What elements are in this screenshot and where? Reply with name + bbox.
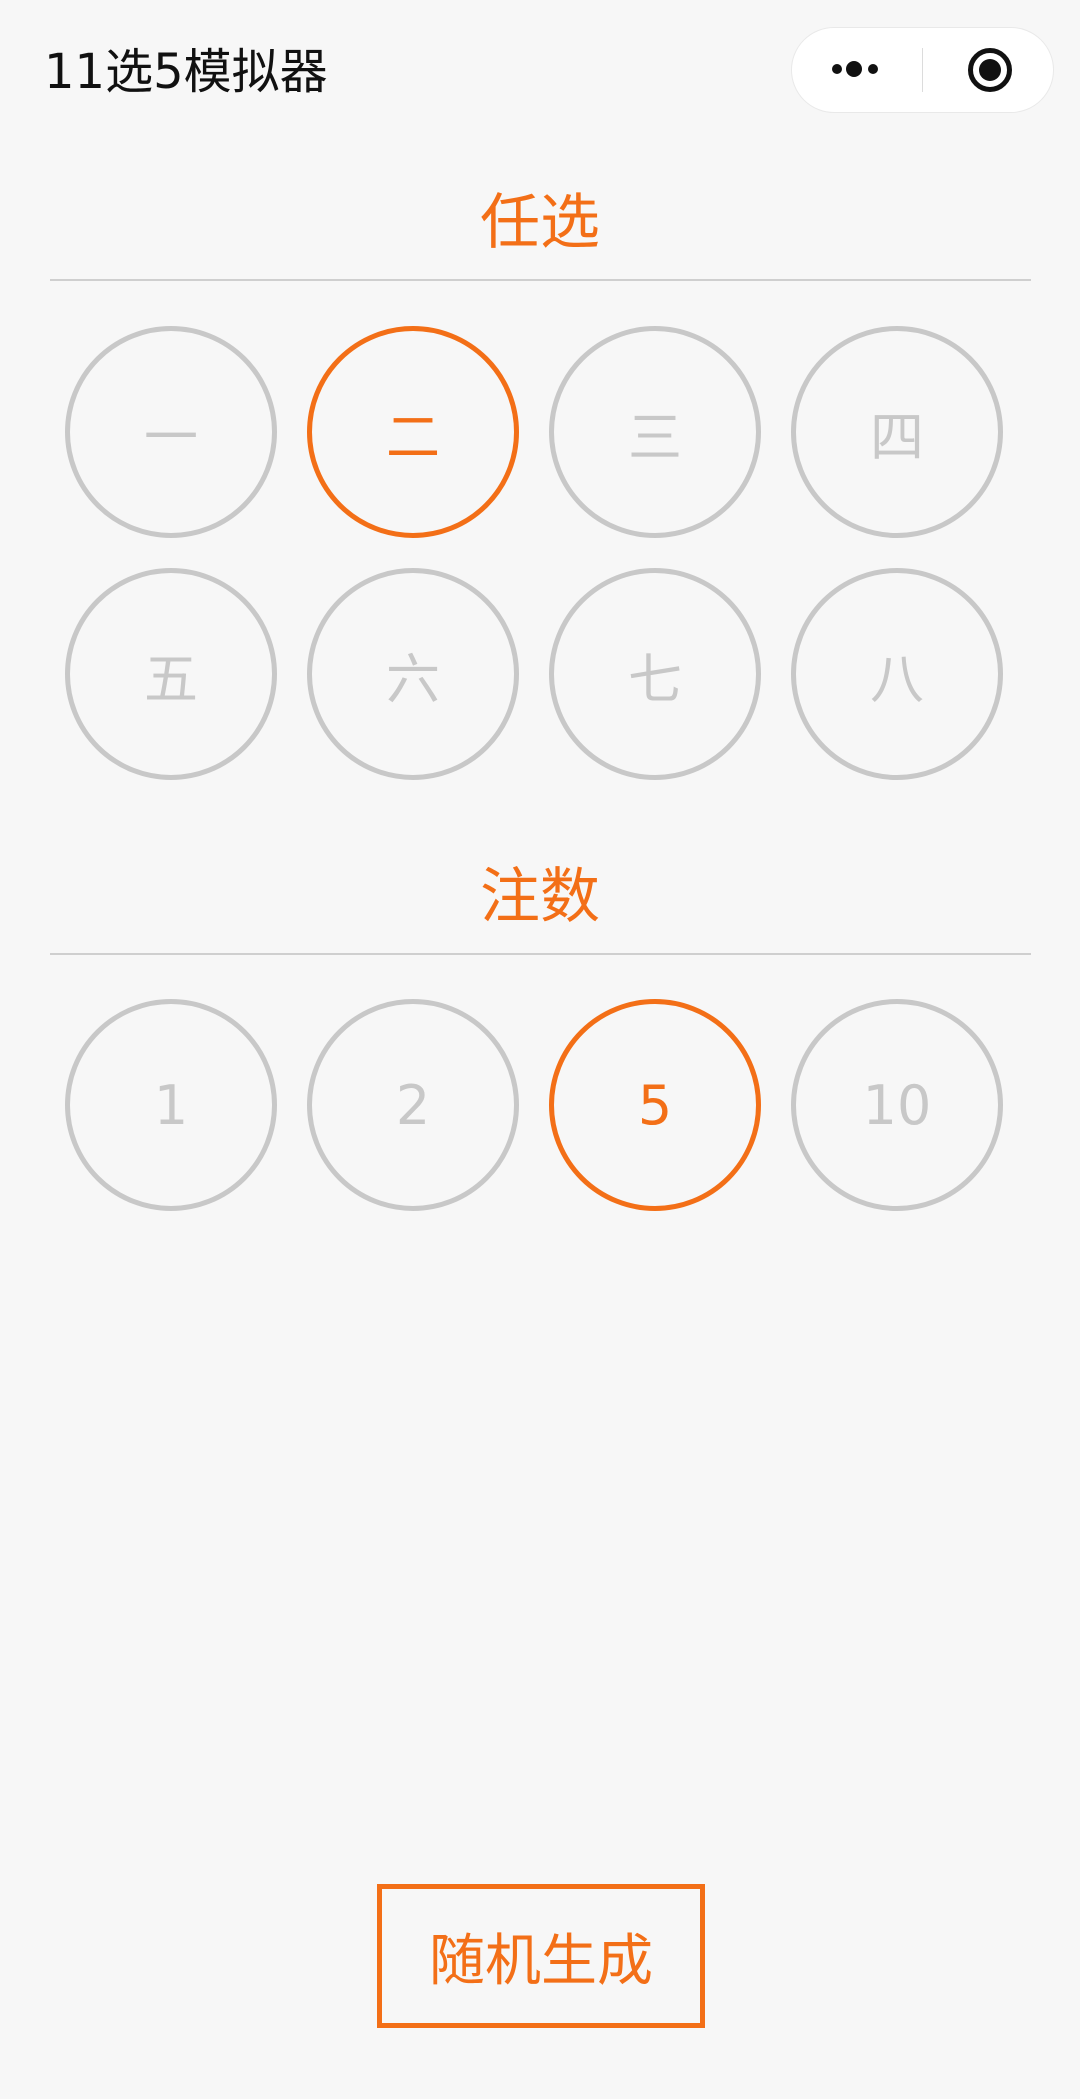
more-dots-icon-right bbox=[868, 64, 878, 74]
menu-capsule bbox=[791, 27, 1054, 113]
pick-option-8[interactable]: 八 bbox=[791, 568, 1003, 780]
random-generate-button[interactable]: 随机生成 bbox=[377, 1884, 705, 2028]
pick-option-3[interactable]: 三 bbox=[549, 326, 761, 538]
pick-option-7[interactable]: 七 bbox=[549, 568, 761, 780]
pick-section-divider bbox=[50, 279, 1031, 281]
pick-option-5[interactable]: 五 bbox=[65, 568, 277, 780]
pick-option-2[interactable]: 二 bbox=[307, 326, 519, 538]
bets-option-5[interactable]: 5 bbox=[549, 999, 761, 1211]
bets-option-10[interactable]: 10 bbox=[791, 999, 1003, 1211]
bets-section-divider bbox=[50, 953, 1031, 955]
pick-option-1[interactable]: 一 bbox=[65, 326, 277, 538]
more-dots-icon-center bbox=[846, 61, 862, 77]
bets-section-title: 注数 bbox=[480, 862, 600, 932]
bets-option-1[interactable]: 1 bbox=[65, 999, 277, 1211]
nav-bar: 11选5模拟器 bbox=[0, 0, 1080, 140]
app-title: 11选5模拟器 bbox=[44, 44, 328, 100]
close-button[interactable] bbox=[923, 28, 1053, 112]
pick-option-6[interactable]: 六 bbox=[307, 568, 519, 780]
target-circle-icon-center bbox=[979, 59, 1001, 81]
more-button[interactable] bbox=[792, 28, 922, 112]
bets-option-2[interactable]: 2 bbox=[307, 999, 519, 1211]
pick-option-4[interactable]: 四 bbox=[791, 326, 1003, 538]
more-dots-icon bbox=[832, 64, 842, 74]
pick-section-title: 任选 bbox=[480, 188, 600, 258]
